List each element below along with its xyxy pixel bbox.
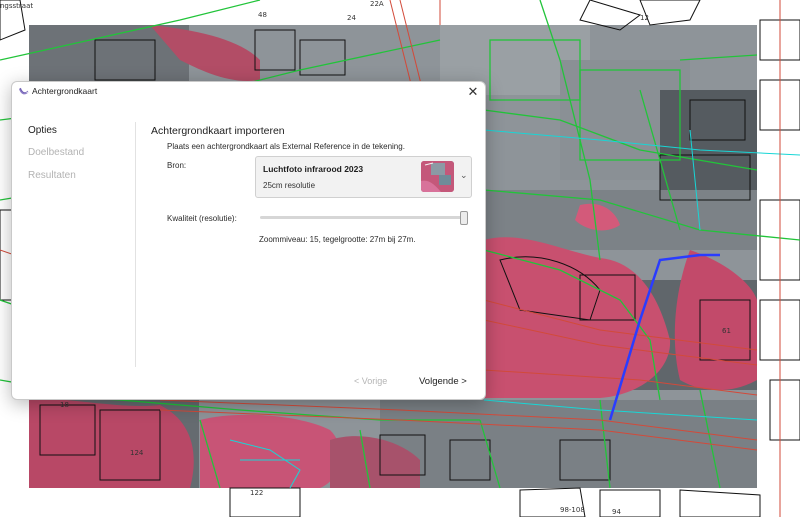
map-label: 98-108 (560, 506, 585, 514)
dialog-titlebar[interactable]: Achtergrondkaart ✕ (12, 82, 485, 102)
section-description: Plaats een achtergrondkaart als External… (167, 142, 405, 151)
map-label: 12 (640, 14, 649, 22)
map-label: 124 (130, 449, 144, 457)
nav-item-doelbestand: Doelbestand (28, 147, 85, 158)
zoom-info: Zoommiveau: 15, tegelgrootte: 27m bij 27… (259, 235, 416, 244)
nav-item-opties[interactable]: Opties (28, 125, 57, 136)
chevron-down-icon: ⌄ (460, 170, 468, 180)
nav-item-resultaten: Resultaten (28, 170, 76, 181)
quality-label: Kwaliteit (resolutie): (167, 214, 237, 223)
previous-button: < Vorige (354, 376, 388, 386)
source-thumbnail (421, 161, 454, 192)
map-label: 22A (370, 0, 384, 8)
next-button[interactable]: Volgende > (419, 376, 467, 387)
map-label: 94 (612, 508, 621, 516)
dialog-title: Achtergrondkaart (32, 86, 98, 96)
close-icon[interactable]: ✕ (465, 84, 481, 100)
app-swoosh-icon (19, 87, 29, 95)
section-title: Achtergrondkaart importeren (151, 125, 285, 137)
achtergrondkaart-dialog: Achtergrondkaart ✕ Opties Doelbestand Re… (11, 81, 486, 400)
map-label: 48 (258, 11, 267, 19)
nav-divider (135, 122, 136, 367)
quality-slider-track[interactable] (260, 216, 468, 219)
source-selected-resolution: 25cm resolutie (263, 181, 316, 190)
source-dropdown[interactable]: Luchtfoto infrarood 2023 25cm resolutie … (255, 156, 472, 198)
quality-slider-thumb[interactable] (460, 211, 468, 225)
map-label: ngsstraat (0, 2, 33, 10)
map-label: 24 (347, 14, 356, 22)
map-label: 61 (722, 327, 731, 335)
map-label: 18 (60, 401, 69, 409)
source-selected-name: Luchtfoto infrarood 2023 (263, 164, 364, 174)
source-label: Bron: (167, 161, 187, 170)
map-label: 122 (250, 489, 263, 497)
